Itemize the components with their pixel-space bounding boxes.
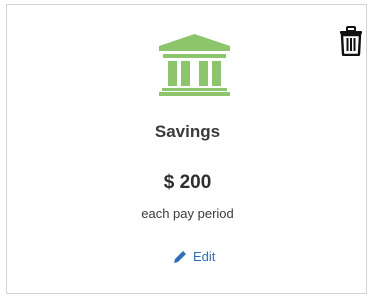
savings-card: Savings $ 200 each pay period Edit [6,4,367,294]
bank-icon [159,34,230,96]
pencil-icon [174,250,186,263]
frequency-label: each pay period [141,206,234,221]
edit-label: Edit [193,249,216,264]
account-name: Savings [154,122,221,141]
delete-button[interactable] [338,26,364,56]
edit-link[interactable]: Edit [173,249,215,264]
amount-value: $ 200 [163,172,212,193]
trash-icon [340,26,362,56]
